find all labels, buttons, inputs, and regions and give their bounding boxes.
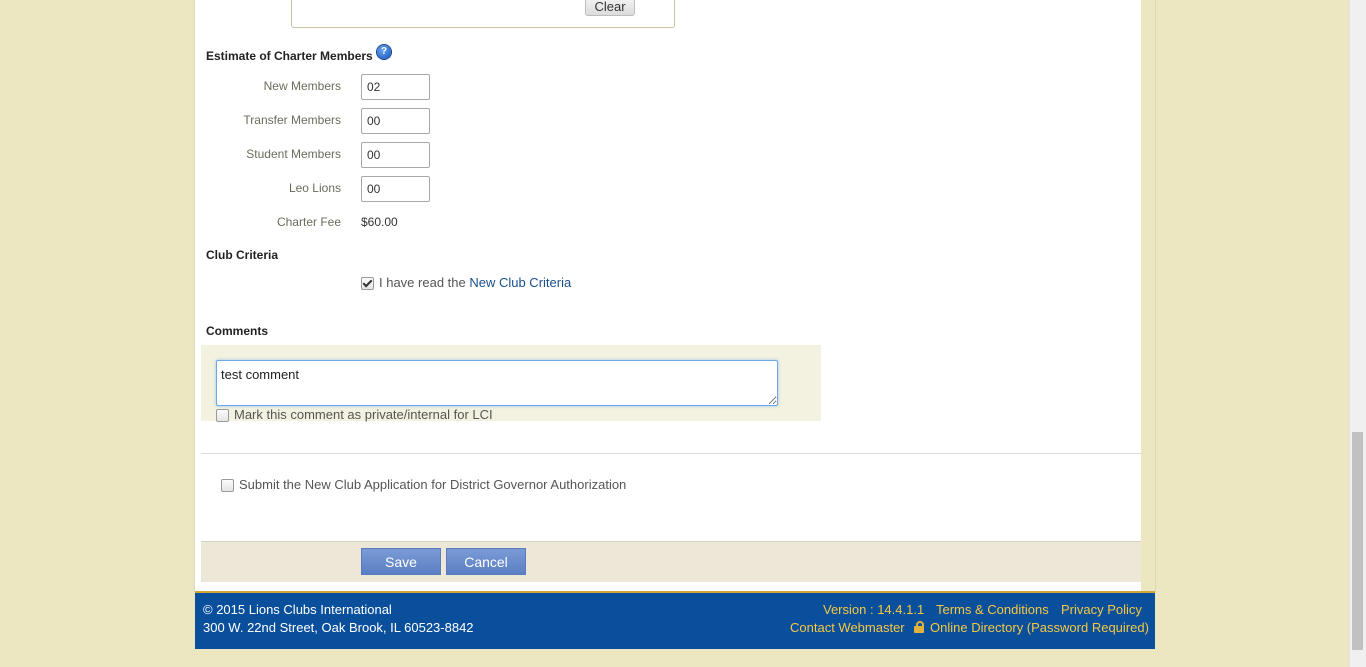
charter-section-title: Estimate of Charter Members xyxy=(206,49,373,63)
save-button[interactable]: Save xyxy=(361,548,441,575)
comment-textarea[interactable]: test comment xyxy=(216,360,778,406)
leo-lions-label: Leo Lions xyxy=(288,181,341,195)
charter-fee-value: $60.00 xyxy=(361,215,398,229)
privacy-link[interactable]: Privacy Policy xyxy=(1061,602,1142,617)
scrollbar-thumb[interactable] xyxy=(1352,432,1363,650)
student-members-label: Student Members xyxy=(246,147,341,161)
new-club-criteria-link[interactable]: New Club Criteria xyxy=(469,275,571,290)
transfer-members-input[interactable] xyxy=(361,108,430,134)
footer-address: 300 W. 22nd Street, Oak Brook, IL 60523-… xyxy=(203,620,474,635)
comments-section-title: Comments xyxy=(206,324,269,338)
charter-fee-label: Charter Fee xyxy=(276,215,341,229)
panel-edge xyxy=(1141,0,1155,591)
criteria-text: I have read the New Club Criteria xyxy=(379,275,571,290)
footer-copyright: © 2015 Lions Clubs International xyxy=(203,602,392,617)
submit-label: Submit the New Club Application for Dist… xyxy=(239,477,627,492)
divider xyxy=(201,453,1141,454)
student-members-input[interactable] xyxy=(361,142,430,168)
button-bar xyxy=(201,541,1141,582)
criteria-section-title: Club Criteria xyxy=(206,248,279,262)
question-icon[interactable]: ? xyxy=(377,45,391,59)
lock-icon xyxy=(914,621,924,633)
leo-lions-input[interactable] xyxy=(361,176,430,202)
transfer-members-label: Transfer Members xyxy=(243,113,341,127)
new-members-input[interactable] xyxy=(361,74,430,100)
version-link[interactable]: Version : 14.4.1.1 xyxy=(823,602,924,617)
clear-button[interactable]: Clear xyxy=(585,0,635,16)
criteria-label: I have read the xyxy=(379,275,470,290)
contact-webmaster-link[interactable]: Contact Webmaster xyxy=(790,620,905,635)
cancel-button[interactable]: Cancel xyxy=(446,548,526,575)
private-comment-checkbox[interactable] xyxy=(216,409,229,422)
new-members-label: New Members xyxy=(263,79,341,93)
criteria-checkbox[interactable] xyxy=(361,277,374,290)
terms-link[interactable]: Terms & Conditions xyxy=(936,602,1049,617)
online-directory-link[interactable]: Online Directory (Password Required) xyxy=(930,620,1149,635)
submit-checkbox[interactable] xyxy=(221,479,234,492)
private-comment-label: Mark this comment as private/internal fo… xyxy=(234,407,493,422)
